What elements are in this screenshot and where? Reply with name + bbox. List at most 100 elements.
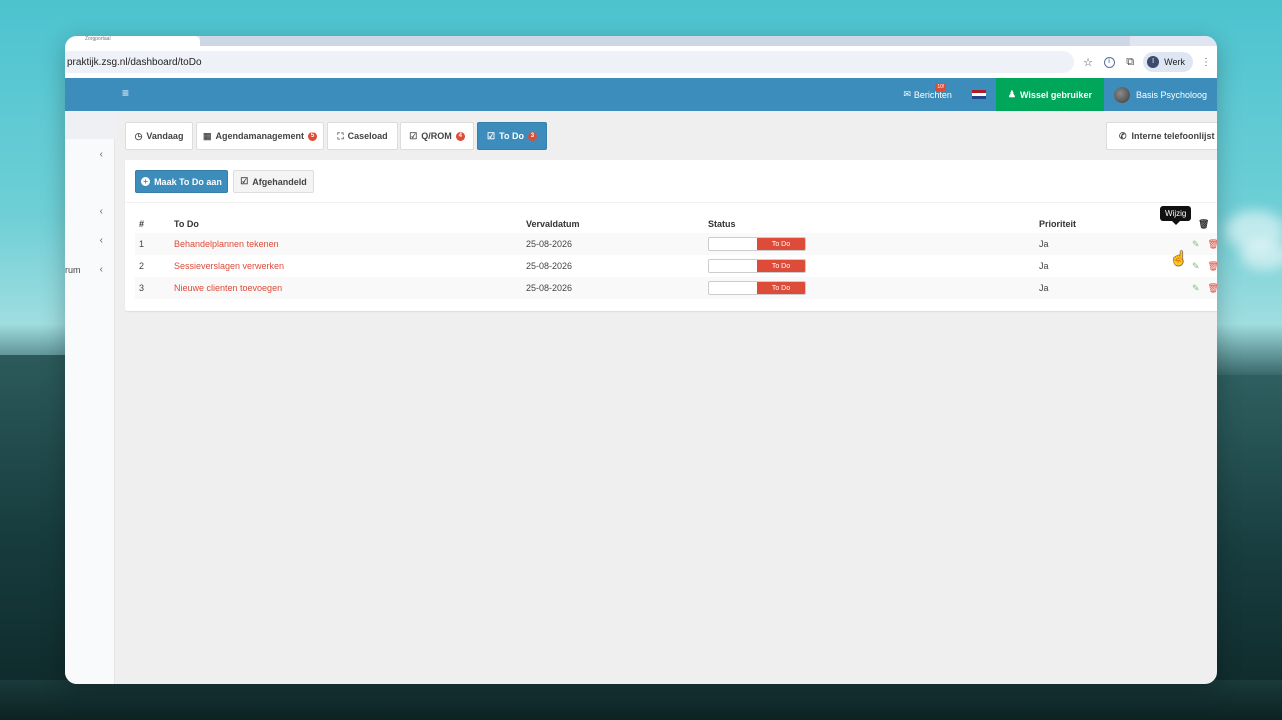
- status-toggle[interactable]: To Do: [708, 259, 806, 273]
- calendar-icon: ▦: [202, 130, 212, 141]
- user-icon: ♟: [1007, 89, 1016, 99]
- app-top-nav: ‹ ≡ ✉ Berichten 10! ♟ Wissel gebruiker B…: [65, 78, 1217, 111]
- chevron-left-icon[interactable]: ‹: [65, 87, 66, 99]
- column-header: To Do: [174, 219, 199, 229]
- sidebar-item[interactable]: rum ‹: [65, 264, 115, 278]
- dashboard-tabs: ◷ Vandaag ▦ Agendamanagement 5 ⛶ Caseloa…: [125, 122, 1217, 150]
- tab-todo[interactable]: ☑ To Do 3: [477, 122, 547, 150]
- hand-cursor-icon: ☝: [1170, 250, 1188, 266]
- language-flag[interactable]: [962, 78, 996, 111]
- extensions-icon[interactable]: ⧉: [1123, 51, 1137, 73]
- top-nav-right: ✉ Berichten 10! ♟ Wissel gebruiker Basis…: [893, 78, 1217, 111]
- trash-icon: 🗑: [1198, 218, 1210, 229]
- todo-table: # To Do Vervaldatum Status Prioriteit 🗑 …: [135, 215, 1217, 299]
- background-landscape: [1212, 375, 1282, 720]
- sidebar: ‹ ‹ ‹ rum ‹: [65, 111, 115, 684]
- table-row: 3 Nieuwe clienten toevoegen 25-08-2026 T…: [135, 277, 1217, 299]
- browser-menu-icon[interactable]: ⋮: [1201, 57, 1211, 68]
- due-date: 25-08-2026: [522, 233, 704, 255]
- browser-tab-title: Zorgportaal: [85, 36, 111, 42]
- create-todo-label: Maak To Do aan: [154, 176, 222, 187]
- browser-tab[interactable]: Zorgportaal: [65, 36, 200, 46]
- table-row: 1 Behandelplannen tekenen 25-08-2026 To …: [135, 233, 1217, 255]
- column-header: Prioriteit: [1039, 219, 1077, 229]
- completed-label: Afgehandeld: [252, 176, 307, 187]
- trash-icon[interactable]: 🗑: [1208, 261, 1217, 272]
- sidebar-item[interactable]: ‹: [65, 206, 115, 220]
- tab-caseload[interactable]: ⛶ Caseload: [327, 122, 398, 150]
- count-badge: 5: [308, 131, 318, 141]
- star-icon[interactable]: ☆: [1081, 51, 1095, 73]
- completed-button[interactable]: ☑ Afgehandeld: [233, 170, 314, 193]
- trash-icon[interactable]: 🗑: [1208, 239, 1217, 250]
- todo-link[interactable]: Sessieverslagen verwerken: [174, 261, 284, 271]
- sidebar-header: [65, 111, 115, 139]
- pencil-icon[interactable]: ✎: [1192, 239, 1200, 250]
- pencil-icon[interactable]: ✎: [1192, 261, 1200, 272]
- tab-label: Vandaag: [146, 131, 184, 141]
- check-square-icon: ☑: [487, 130, 496, 141]
- todo-link[interactable]: Behandelplannen tekenen: [174, 239, 279, 249]
- count-badge: 4: [455, 131, 465, 141]
- status-toggle[interactable]: To Do: [708, 237, 806, 251]
- todo-panel: + Maak To Do aan ☑ Afgehandeld # To Do V…: [125, 160, 1217, 311]
- table-row: 2 Sessieverslagen verwerken 25-08-2026 T…: [135, 255, 1217, 277]
- messages-badge: 10!: [935, 83, 947, 91]
- browser-window: Zorgportaal praktijk.zsg.nl/dashboard/to…: [65, 36, 1217, 684]
- address-bar: praktijk.zsg.nl/dashboard/toDo ☆ i ⧉ I W…: [65, 46, 1217, 78]
- column-header: #: [139, 219, 145, 229]
- url-text: praktijk.zsg.nl/dashboard/toDo: [67, 56, 202, 68]
- create-todo-button[interactable]: + Maak To Do aan: [135, 170, 228, 193]
- chevron-left-icon: ‹: [99, 149, 103, 160]
- clock-icon: ◷: [134, 130, 143, 141]
- sidebar-item[interactable]: ‹: [65, 149, 115, 163]
- switch-user-button[interactable]: ♟ Wissel gebruiker: [995, 78, 1104, 111]
- tab-label: Agendamanagement: [215, 131, 305, 141]
- phone-list-button[interactable]: ✆ Interne telefoonlijst: [1106, 122, 1217, 150]
- url-field[interactable]: praktijk.zsg.nl/dashboard/toDo: [65, 51, 1074, 73]
- tab-vandaag[interactable]: ◷ Vandaag: [125, 122, 193, 150]
- switch-user-label: Wissel gebruiker: [1020, 89, 1092, 100]
- tab-label: Q/ROM: [421, 131, 452, 141]
- main-content: ◷ Vandaag ▦ Agendamanagement 5 ⛶ Caseloa…: [125, 122, 1217, 311]
- priority: Ja: [1035, 233, 1160, 255]
- profile-label: Werk: [1164, 57, 1185, 67]
- status-toggle[interactable]: To Do: [708, 281, 806, 295]
- priority: Ja: [1039, 261, 1049, 271]
- browser-tab-inactive[interactable]: [200, 36, 1130, 46]
- sidebar-item[interactable]: ‹: [65, 235, 115, 249]
- due-date: 25-08-2026: [522, 277, 704, 299]
- row-number: 1: [135, 233, 170, 255]
- messages-nav[interactable]: ✉ Berichten 10!: [893, 78, 962, 111]
- plus-circle-icon: +: [141, 177, 151, 186]
- profile-button[interactable]: I Werk: [1143, 52, 1193, 72]
- edit-tooltip: Wijzig: [1160, 206, 1192, 225]
- todo-link[interactable]: Nieuwe clienten toevoegen: [174, 283, 282, 293]
- tab-agendamanagement[interactable]: ▦ Agendamanagement 5: [196, 122, 324, 150]
- chevron-left-icon: ‹: [99, 206, 103, 217]
- hamburger-menu-icon[interactable]: ≡: [122, 86, 129, 100]
- column-header: Vervaldatum: [526, 219, 580, 229]
- status-label: To Do: [757, 282, 805, 294]
- user-menu[interactable]: Basis Psycholoog: [1104, 78, 1217, 111]
- tab-label: Caseload: [347, 131, 388, 141]
- browser-tab-strip: Zorgportaal: [65, 36, 1217, 46]
- chevron-left-icon: ‹: [99, 264, 103, 275]
- sidebar-item-label: rum: [65, 265, 81, 275]
- todo-panel-header: + Maak To Do aan ☑ Afgehandeld: [125, 160, 1217, 203]
- priority: Ja: [1035, 277, 1160, 299]
- cloud-decoration: [1240, 240, 1282, 270]
- table-header-row: # To Do Vervaldatum Status Prioriteit 🗑: [135, 215, 1217, 233]
- profile-avatar: I: [1147, 56, 1160, 68]
- column-header: Status: [708, 219, 736, 229]
- tab-label: To Do: [499, 131, 524, 141]
- user-avatar: [1113, 86, 1130, 103]
- tab-qrom[interactable]: ☑ Q/ROM 4: [400, 122, 474, 150]
- phone-icon: ✆: [1119, 130, 1127, 141]
- pencil-icon[interactable]: ✎: [1192, 283, 1200, 294]
- dutch-flag-icon: [971, 90, 986, 99]
- caseload-icon: ⛶: [337, 130, 344, 141]
- password-manager-icon[interactable]: i: [1102, 51, 1116, 73]
- trash-icon[interactable]: 🗑: [1208, 283, 1217, 294]
- phone-list-label: Interne telefoonlijst: [1131, 131, 1215, 141]
